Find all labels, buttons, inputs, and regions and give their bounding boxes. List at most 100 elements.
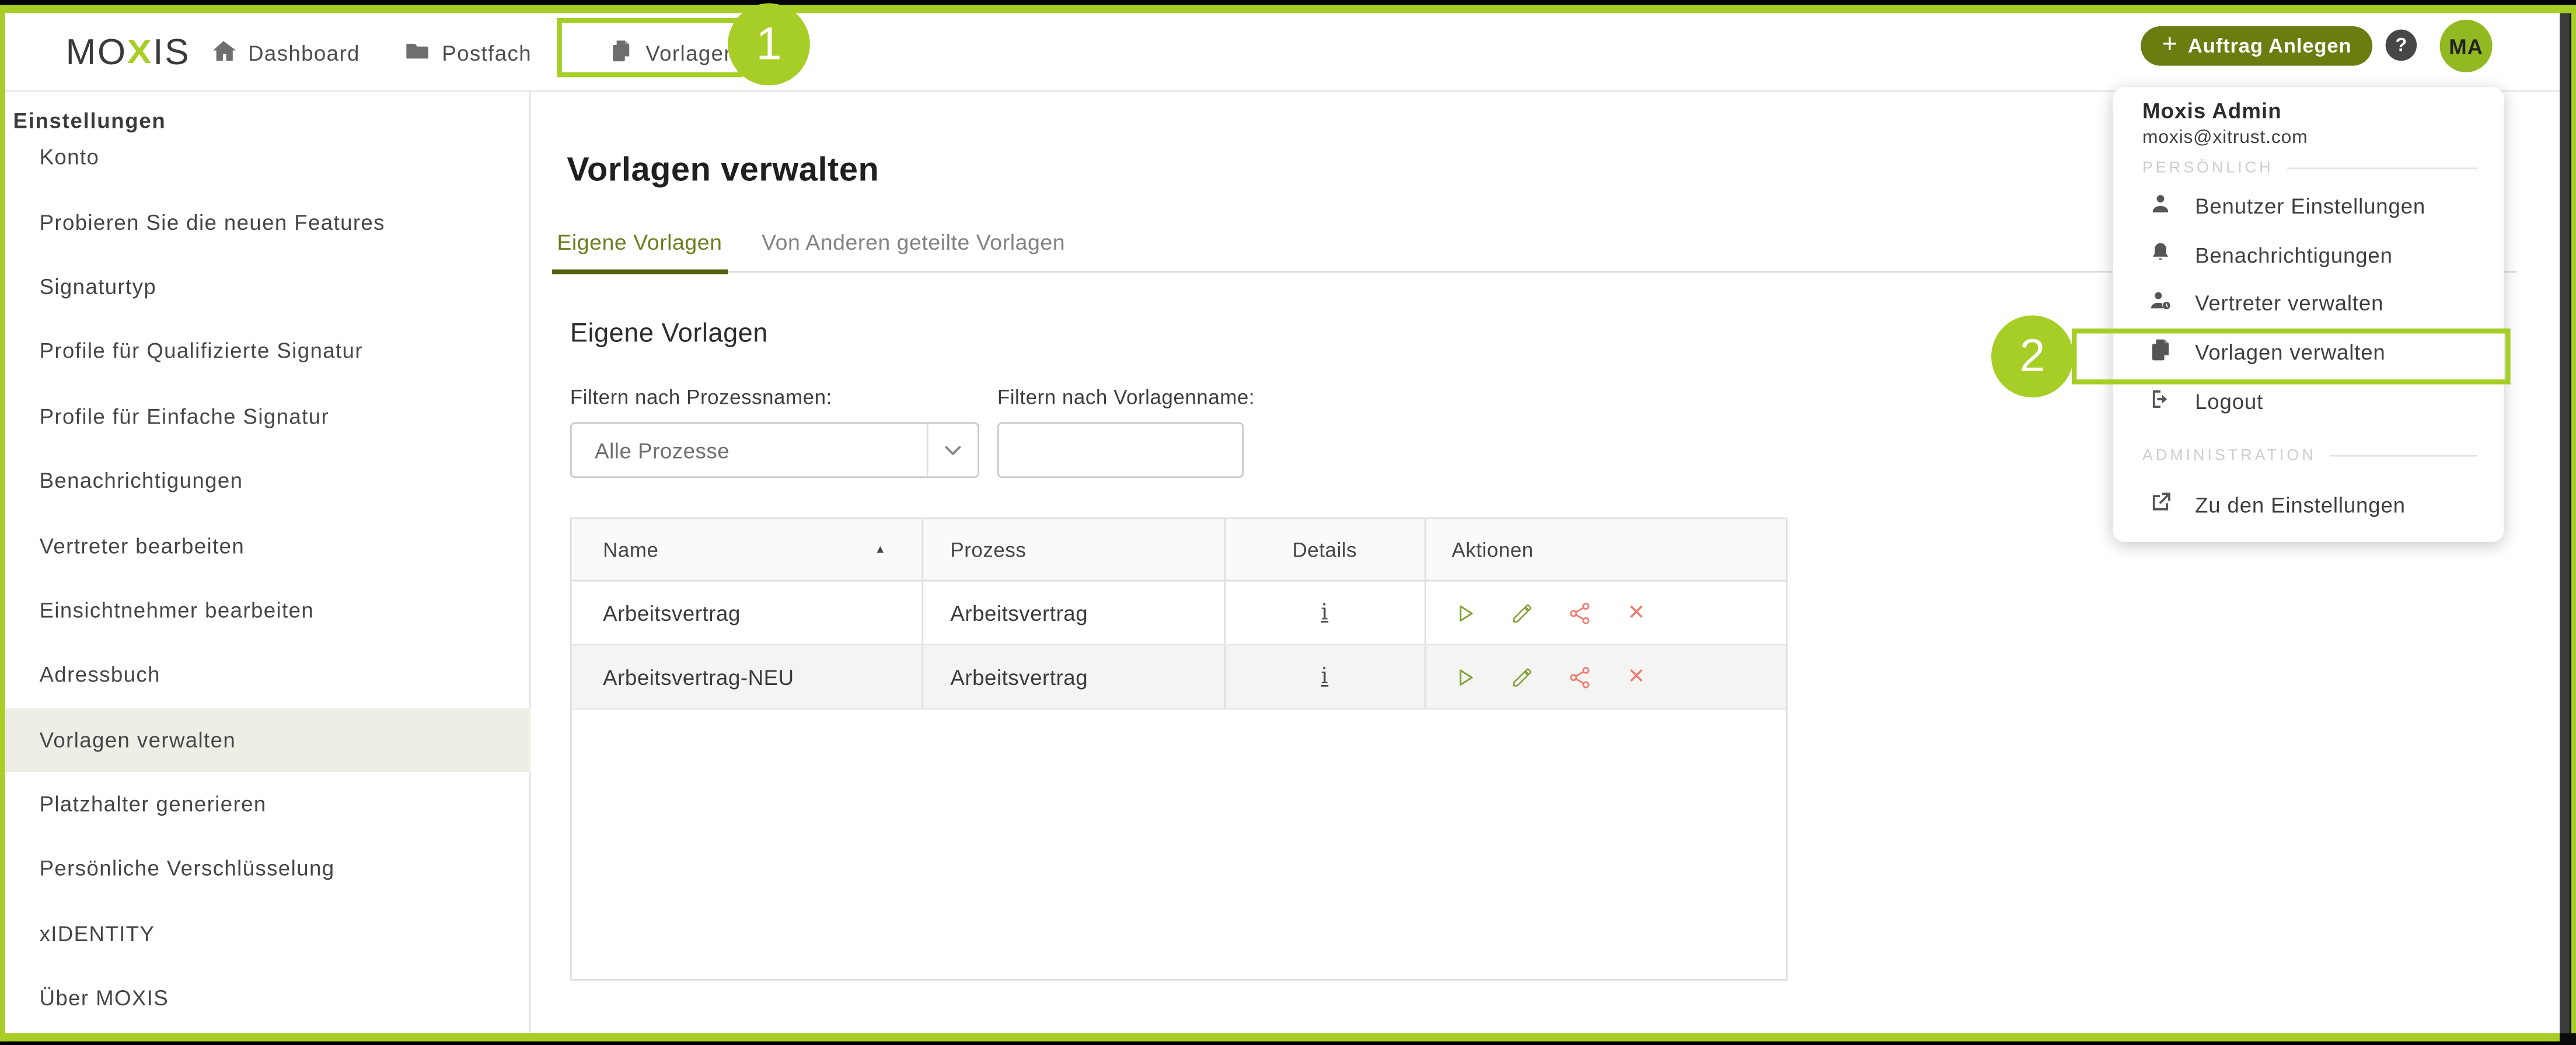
- menu-item-label: Benachrichtigungen: [2195, 243, 2393, 267]
- tab-label: Eigene Vorlagen: [557, 230, 722, 254]
- sidebar-items: Konto Probieren Sie die neuen Features S…: [5, 125, 530, 1030]
- play-icon[interactable]: [1451, 665, 1476, 689]
- column-header-label: Aktionen: [1451, 538, 1533, 561]
- logo-text: MO: [66, 31, 127, 74]
- sidebar-item-label: Adressbuch: [40, 662, 160, 687]
- column-header-details: Details: [1226, 519, 1425, 580]
- sidebar-item-xidentity[interactable]: xIDENTITY: [5, 901, 530, 966]
- column-header-name[interactable]: Name ▲: [572, 519, 924, 580]
- cell-aktionen: ✕: [1425, 582, 1786, 644]
- sidebar-item-einsichtnehmer[interactable]: Einsichtnehmer bearbeiten: [5, 578, 530, 642]
- annotation-box-vorlagen-menu: [2072, 328, 2511, 385]
- user-avatar[interactable]: MA: [2440, 20, 2493, 72]
- sidebar-item-vorlagen-verwalten[interactable]: Vorlagen verwalten: [5, 707, 530, 772]
- nav-item-postfach[interactable]: Postfach: [404, 13, 532, 92]
- delete-icon[interactable]: ✕: [1624, 665, 1649, 689]
- tab-geteilte-vorlagen[interactable]: Von Anderen geteilte Vorlagen: [757, 230, 1070, 271]
- name-filter-input[interactable]: [997, 422, 1244, 478]
- column-header-label: Prozess: [950, 538, 1026, 561]
- menu-item-zu-den-einstellungen[interactable]: Zu den Einstellungen: [2113, 481, 2504, 530]
- menu-item-benachrichtigungen[interactable]: Benachrichtigungen: [2113, 231, 2504, 279]
- process-filter-label: Filtern nach Prozessnamen:: [570, 386, 832, 409]
- tab-label: Von Anderen geteilte Vorlagen: [762, 230, 1065, 254]
- table-header-row: Name ▲ Prozess Details Aktionen: [572, 519, 1786, 582]
- menu-item-vertreter-verwalten[interactable]: Vertreter verwalten: [2113, 279, 2504, 328]
- annotation-box-vorlagen-nav: [557, 18, 742, 77]
- sidebar-item-vertreter-bearbeiten[interactable]: Vertreter bearbeiten: [5, 513, 530, 578]
- nav-item-label: Postfach: [442, 40, 532, 65]
- sidebar-item-label: Probieren Sie die neuen Features: [40, 209, 385, 234]
- share-icon[interactable]: [1567, 600, 1591, 625]
- home-icon: [210, 37, 236, 68]
- sidebar-item-adressbuch[interactable]: Adressbuch: [5, 642, 530, 707]
- nav-item-dashboard[interactable]: Dashboard: [210, 13, 359, 92]
- sidebar-item-neue-features[interactable]: Probieren Sie die neuen Features: [5, 190, 530, 254]
- section-divider: [2329, 455, 2477, 457]
- select-value: Alle Prozesse: [572, 438, 927, 462]
- sidebar-item-label: Vertreter bearbeiten: [40, 533, 245, 558]
- play-icon[interactable]: [1451, 600, 1476, 625]
- green-frame-bottom: [0, 1033, 2576, 1041]
- info-icon[interactable]: i: [1321, 600, 1328, 626]
- info-icon[interactable]: i: [1321, 663, 1328, 690]
- sidebar-item-label: Signaturtyp: [40, 274, 157, 299]
- edit-icon[interactable]: [1509, 665, 1534, 689]
- browser-scrollbar[interactable]: [2560, 13, 2571, 1033]
- annotation-number: 1: [756, 18, 782, 71]
- annotation-number: 2: [2019, 330, 2045, 383]
- sidebar-item-label: Platzhalter generieren: [40, 792, 267, 816]
- moxis-logo[interactable]: MOXIS: [66, 13, 191, 92]
- sidebar-item-ueber-moxis[interactable]: Über MOXIS: [5, 966, 530, 1031]
- sidebar-item-label: Persönliche Verschlüsselung: [40, 857, 335, 881]
- top-navbar: MOXIS Dashboard Postfach Vorlagen: [5, 13, 2560, 92]
- sidebar-item-label: Vorlagen verwalten: [40, 727, 236, 752]
- logo-text: IS: [153, 31, 190, 74]
- section-label: PERSÖNLICH: [2142, 159, 2274, 177]
- sidebar-item-profile-einfache[interactable]: Profile für Einfache Signatur: [5, 384, 530, 449]
- create-order-button[interactable]: + Auftrag Anlegen: [2141, 26, 2373, 66]
- process-name: Arbeitsvertrag: [950, 665, 1088, 689]
- menu-items: Benutzer Einstellungen Benachrichtigunge…: [2113, 182, 2504, 425]
- person-icon: [2147, 191, 2173, 222]
- column-header-label: Details: [1293, 538, 1357, 561]
- plus-icon: +: [2162, 33, 2178, 59]
- template-name: Arbeitsvertrag-NEU: [603, 665, 794, 689]
- green-frame-left: [0, 5, 5, 1041]
- menu-item-label: Vertreter verwalten: [2195, 292, 2383, 316]
- person-clock-icon: [2147, 288, 2173, 319]
- help-glyph: ?: [2396, 36, 2407, 55]
- help-icon[interactable]: ?: [2386, 30, 2417, 61]
- user-dropdown-menu: Moxis Admin moxis@xitrust.com PERSÖNLICH…: [2113, 87, 2504, 542]
- sidebar-item-signaturtyp[interactable]: Signaturtyp: [5, 254, 530, 319]
- settings-sidebar: Einstellungen Konto Probieren Sie die ne…: [5, 92, 530, 1033]
- process-filter-select[interactable]: Alle Prozesse: [570, 422, 979, 478]
- cell-details: i: [1226, 645, 1425, 708]
- sidebar-item-benachrichtigungen[interactable]: Benachrichtigungen: [5, 448, 530, 513]
- annotation-step-1: 1: [728, 4, 810, 86]
- create-order-label: Auftrag Anlegen: [2188, 34, 2352, 57]
- cell-aktionen: ✕: [1425, 645, 1786, 708]
- page-title: Vorlagen verwalten: [567, 151, 879, 190]
- menu-item-benutzer-einstellungen[interactable]: Benutzer Einstellungen: [2113, 182, 2504, 230]
- sort-ascending-icon[interactable]: ▲: [875, 544, 886, 555]
- edit-icon[interactable]: [1509, 600, 1534, 625]
- sidebar-item-profile-qualifizierte[interactable]: Profile für Qualifizierte Signatur: [5, 319, 530, 384]
- column-header-prozess[interactable]: Prozess: [924, 519, 1226, 580]
- name-filter-label: Filtern nach Vorlagenname:: [997, 386, 1255, 409]
- folder-icon: [404, 37, 431, 68]
- sidebar-item-verschluesselung[interactable]: Persönliche Verschlüsselung: [5, 837, 530, 901]
- tab-eigene-vorlagen[interactable]: Eigene Vorlagen: [552, 230, 727, 274]
- share-icon[interactable]: [1567, 665, 1591, 689]
- bell-icon: [2147, 240, 2173, 271]
- sidebar-item-label: Über MOXIS: [40, 986, 169, 1011]
- external-link-icon: [2147, 490, 2173, 521]
- sidebar-item-konto[interactable]: Konto: [5, 125, 530, 190]
- cell-details: i: [1226, 582, 1425, 644]
- delete-icon[interactable]: ✕: [1624, 600, 1649, 625]
- sidebar-item-label: xIDENTITY: [40, 921, 155, 946]
- column-header-label: Name: [603, 538, 658, 561]
- menu-item-label: Benutzer Einstellungen: [2195, 194, 2425, 219]
- sidebar-item-platzhalter[interactable]: Platzhalter generieren: [5, 772, 530, 837]
- table-row: Arbeitsvertrag Arbeitsvertrag i ✕: [572, 582, 1786, 646]
- menu-items-admin: Zu den Einstellungen: [2113, 481, 2504, 530]
